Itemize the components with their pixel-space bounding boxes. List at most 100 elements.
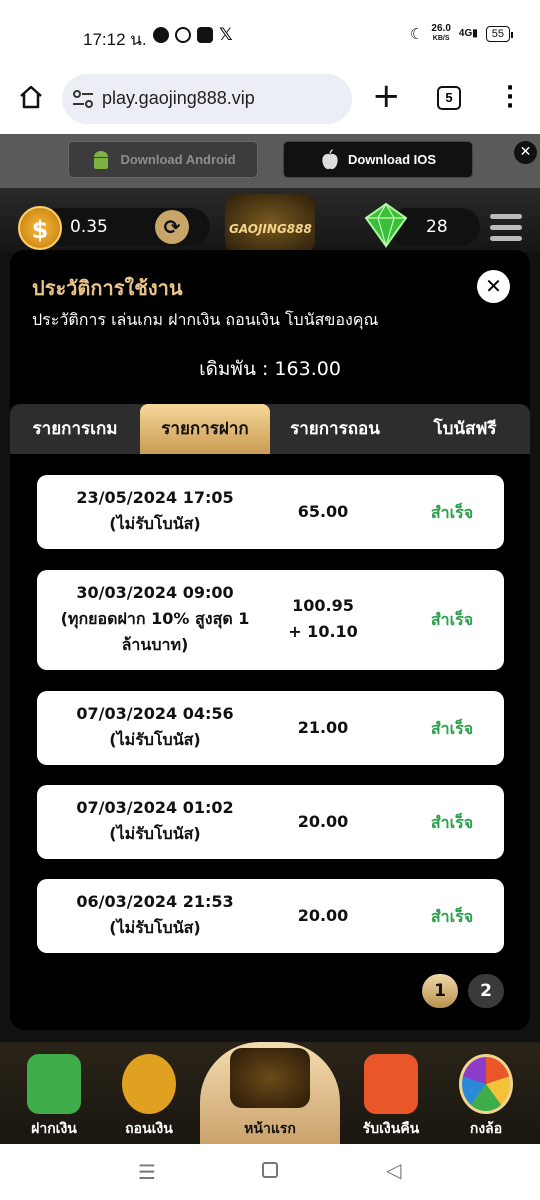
home-logo-icon	[230, 1048, 310, 1108]
home-icon[interactable]	[18, 84, 44, 110]
signal-icon: 4G▮	[458, 28, 478, 39]
row-date-time: 06/03/2024 21:53	[76, 892, 234, 911]
turnover-text: เดิมพัน : 163.00	[199, 358, 341, 380]
history-tabs: รายการเกม รายการฝาก รายการถอน โบนัสฟรี	[10, 404, 530, 454]
row-status: สำเร็จ	[430, 719, 474, 738]
row-date-time: 07/03/2024 01:02	[76, 798, 234, 817]
download-android-button[interactable]: Download Android	[68, 141, 258, 178]
net-speed-unit: KB/S	[432, 35, 450, 42]
balance-pill: 0.35 ⟳	[40, 208, 210, 246]
back-icon[interactable]: ◁	[386, 1158, 401, 1182]
menu-icon[interactable]	[490, 214, 522, 247]
nav-wheel-label: กงล้อ	[469, 1121, 503, 1137]
status-right: ☾ 26.0 KB/S 4G▮ 55	[409, 24, 514, 43]
home-nav-icon[interactable]	[262, 1162, 278, 1178]
url-text[interactable]: play.gaojing888.vip	[102, 88, 255, 109]
balance-value: 0.35	[70, 217, 108, 237]
row-note: (ไม่รับโบนัส)	[109, 918, 201, 937]
site-logo-text: GAOJING888	[229, 222, 312, 236]
bottom-nav: ฝากเงิน ถอนเงิน หน้าแรก รับเงินคืน กงล้อ	[0, 1042, 540, 1144]
tab-games[interactable]: รายการเกม	[10, 404, 140, 454]
nav-wheel[interactable]: กงล้อ	[432, 1042, 540, 1144]
new-tab-icon[interactable]: +	[372, 76, 401, 116]
status-time: 17:12 น.	[83, 30, 147, 49]
battery-icon: 55	[485, 25, 514, 42]
site-settings-icon[interactable]	[72, 90, 94, 108]
apple-icon	[322, 149, 338, 169]
row-note: (ไม่รับโบนัส)	[109, 824, 201, 843]
row-date: 07/03/2024 01:02 (ไม่รับโบนัส)	[37, 795, 273, 847]
gem-icon	[364, 202, 408, 248]
page-1-button[interactable]: 1	[422, 974, 458, 1008]
x-icon: 𝕏	[219, 25, 233, 45]
row-status: สำเร็จ	[430, 813, 474, 832]
close-download-bar-icon[interactable]: ✕	[514, 141, 537, 164]
row-date: 07/03/2024 04:56 (ไม่รับโบนัส)	[37, 701, 273, 753]
browser-toolbar: play.gaojing888.vip + 5 · · ·	[0, 70, 540, 134]
signal-label: 4G	[458, 28, 473, 39]
row-amount: 20.00	[297, 906, 349, 925]
address-bar[interactable]: play.gaojing888.vip	[62, 74, 352, 124]
nav-withdraw-label: ถอนเงิน	[125, 1121, 173, 1137]
tab-withdrawals[interactable]: รายการถอน	[270, 404, 400, 454]
nav-cashback-label: รับเงินคืน	[362, 1121, 420, 1137]
row-note: (ทุกยอดฝาก 10% สูงสุด 1 ล้านบาท)	[60, 609, 250, 654]
close-modal-icon[interactable]: ✕	[477, 270, 510, 303]
android-icon	[94, 150, 109, 169]
cashback-icon	[364, 1054, 418, 1114]
site-logo: GAOJING888	[225, 194, 315, 252]
youtube-icon	[197, 27, 213, 43]
row-note: (ไม่รับโบนัส)	[109, 514, 201, 533]
nav-deposit-label: ฝากเงิน	[31, 1121, 77, 1137]
tab-deposits[interactable]: รายการฝาก	[140, 404, 270, 454]
net-speed: 26.0 KB/S	[431, 24, 450, 43]
system-nav-bar: ☰ ◁	[0, 1144, 540, 1200]
nav-home[interactable]: หน้าแรก	[200, 1042, 340, 1144]
deposit-row: 30/03/2024 09:00 (ทุกยอดฝาก 10% สูงสุด 1 …	[37, 570, 504, 670]
row-date-time: 30/03/2024 09:00	[76, 583, 234, 602]
game-header: 0.35 ⟳ $ GAOJING888 28	[0, 188, 540, 252]
row-date: 06/03/2024 21:53 (ไม่รับโบนัส)	[37, 889, 273, 941]
refresh-icon[interactable]: ⟳	[155, 210, 189, 244]
row-amount: 65.00	[297, 502, 349, 521]
tab-switcher-button[interactable]: 5	[437, 86, 461, 110]
row-amount: 20.00	[297, 812, 349, 831]
download-ios-button[interactable]: Download IOS	[283, 141, 473, 178]
row-amount: 100.95 + 10.10	[273, 593, 373, 645]
modal-subtitle: ประวัติการ เล่นเกม ฝากเงิน ถอนเงิน โบนัส…	[32, 310, 379, 329]
facebook-icon	[153, 27, 169, 43]
deposit-row: 06/03/2024 21:53 (ไม่รับโบนัส) 20.00 สำเร…	[37, 879, 504, 953]
gold-coins-icon	[122, 1054, 176, 1114]
gem-count: 28	[426, 217, 448, 237]
row-date: 30/03/2024 09:00 (ทุกยอดฝาก 10% สูงสุด 1 …	[37, 580, 273, 658]
deposit-row: 23/05/2024 17:05 (ไม่รับโบนัส) 65.00 สำเร…	[37, 475, 504, 549]
tab-free-bonus[interactable]: โบนัสฟรี	[400, 404, 530, 454]
spin-wheel-icon	[459, 1054, 513, 1114]
page-2-button[interactable]: 2	[468, 974, 504, 1008]
deposit-row: 07/03/2024 04:56 (ไม่รับโบนัส) 21.00 สำเร…	[37, 691, 504, 765]
row-amount-value: 100.95	[292, 596, 354, 615]
money-stack-icon	[27, 1054, 81, 1114]
download-android-label: Download Android	[120, 152, 236, 167]
row-bonus-amount: + 10.10	[288, 622, 358, 641]
nav-deposit[interactable]: ฝากเงิน	[0, 1042, 108, 1144]
coin-icon: $	[18, 206, 62, 250]
moon-icon: ☾	[409, 25, 424, 43]
row-date-time: 07/03/2024 04:56	[76, 704, 234, 723]
download-bar: Download Android Download IOS	[0, 134, 540, 188]
nav-home-label: หน้าแรก	[244, 1121, 296, 1137]
history-modal: ประวัติการใช้งาน ประวัติการ เล่นเกม ฝากเ…	[10, 250, 530, 1030]
row-status: สำเร็จ	[430, 503, 474, 522]
recents-icon[interactable]: ☰	[138, 1160, 156, 1184]
row-status: สำเร็จ	[430, 610, 474, 629]
nav-withdraw[interactable]: ถอนเงิน	[95, 1042, 203, 1144]
row-note: (ไม่รับโบนัส)	[109, 730, 201, 749]
download-ios-label: Download IOS	[347, 152, 437, 167]
net-speed-value: 26.0	[431, 23, 451, 34]
nav-cashback[interactable]: รับเงินคืน	[337, 1042, 445, 1144]
row-amount: 21.00	[297, 718, 349, 737]
status-bar: 17:12 น. 𝕏 ☾ 26.0 KB/S 4G▮ 55	[0, 0, 540, 70]
more-menu-icon[interactable]: · · ·	[500, 78, 520, 118]
row-status: สำเร็จ	[430, 907, 474, 926]
modal-title: ประวัติการใช้งาน	[32, 276, 183, 300]
